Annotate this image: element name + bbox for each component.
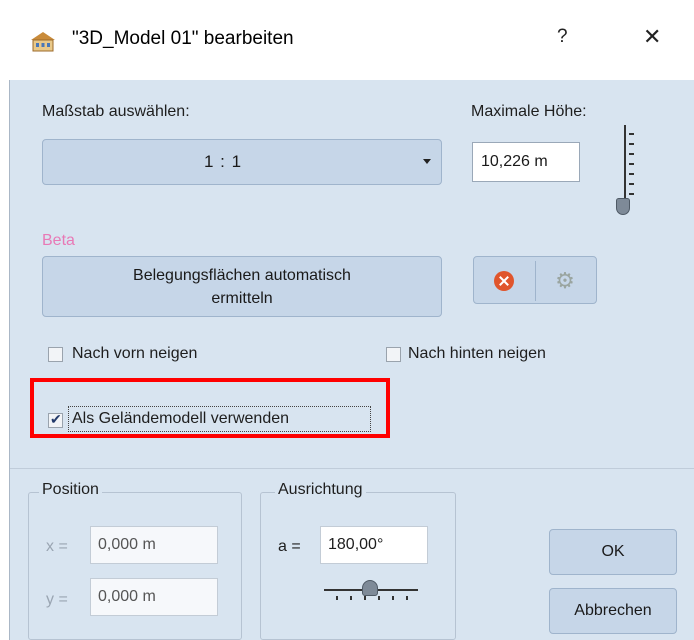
section-divider [10,468,694,469]
slider-tick [629,193,634,195]
a-value: 180,00° [328,536,384,553]
slider-tick [378,596,380,600]
ok-button[interactable]: OK [549,529,677,575]
x-label: x = [46,538,68,555]
scale-label: Maßstab auswählen: [42,103,190,120]
beta-icon-buttons: ⚙ [473,256,597,304]
x-input[interactable]: 0,000 m [90,526,218,564]
position-group: Position [28,481,242,640]
close-button[interactable]: ✕ [643,24,661,50]
delete-icon[interactable] [494,271,514,291]
house-model-icon [31,32,55,52]
title-bar: "3D_Model 01" bearbeiten ? ✕ [0,0,694,80]
slider-tick [629,163,634,165]
slider-tick [336,596,338,600]
orientation-group: Ausrichtung [260,481,456,640]
slider-tick [350,596,352,600]
auto-detect-areas-label: Belegungsflächen automatisch ermitteln [133,267,351,307]
slider-tick [406,596,408,600]
slider-thumb[interactable] [362,580,378,596]
tilt-back-checkbox[interactable] [386,347,401,362]
slider-thumb[interactable] [616,198,630,215]
y-value: 0,000 m [98,588,156,605]
slider-tick [629,143,634,145]
gear-icon[interactable]: ⚙ [554,270,576,292]
y-input[interactable]: 0,000 m [90,578,218,616]
slider-tick [629,153,634,155]
tilt-front-checkbox[interactable] [48,347,63,362]
tilt-back-label: Nach hinten neigen [408,345,546,362]
x-value: 0,000 m [98,536,156,553]
slider-tick [629,183,634,185]
tilt-front-label: Nach vorn neigen [72,345,198,362]
slider-tick [392,596,394,600]
y-label: y = [46,591,68,608]
terrain-model-checkbox[interactable] [48,411,63,428]
slider-tick [629,133,634,135]
max-height-label: Maximale Höhe: [471,103,587,120]
terrain-model-label: Als Geländemodell verwenden [72,410,290,427]
slider-track [624,125,626,205]
scale-dropdown[interactable]: 1 : 1 [42,139,442,185]
max-height-value: 10,226 m [481,153,548,170]
window-left-edge [0,0,10,640]
chevron-down-icon [423,159,431,164]
a-label: a = [278,538,301,555]
slider-tick [629,173,634,175]
orientation-title: Ausrichtung [275,481,366,499]
button-separator [535,261,536,301]
cancel-button[interactable]: Abbrechen [549,588,677,634]
max-height-slider[interactable] [612,125,638,220]
a-input[interactable]: 180,00° [320,526,428,564]
slider-tick [364,596,366,600]
scale-value: 1 : 1 [203,152,243,171]
help-button[interactable]: ? [557,26,568,48]
max-height-input[interactable]: 10,226 m [472,142,580,182]
auto-detect-areas-button[interactable]: Belegungsflächen automatisch ermitteln [42,256,442,317]
orientation-slider[interactable] [324,580,418,608]
dialog-title: "3D_Model 01" bearbeiten [72,28,294,49]
position-title: Position [39,481,102,499]
beta-label: Beta [42,232,75,249]
